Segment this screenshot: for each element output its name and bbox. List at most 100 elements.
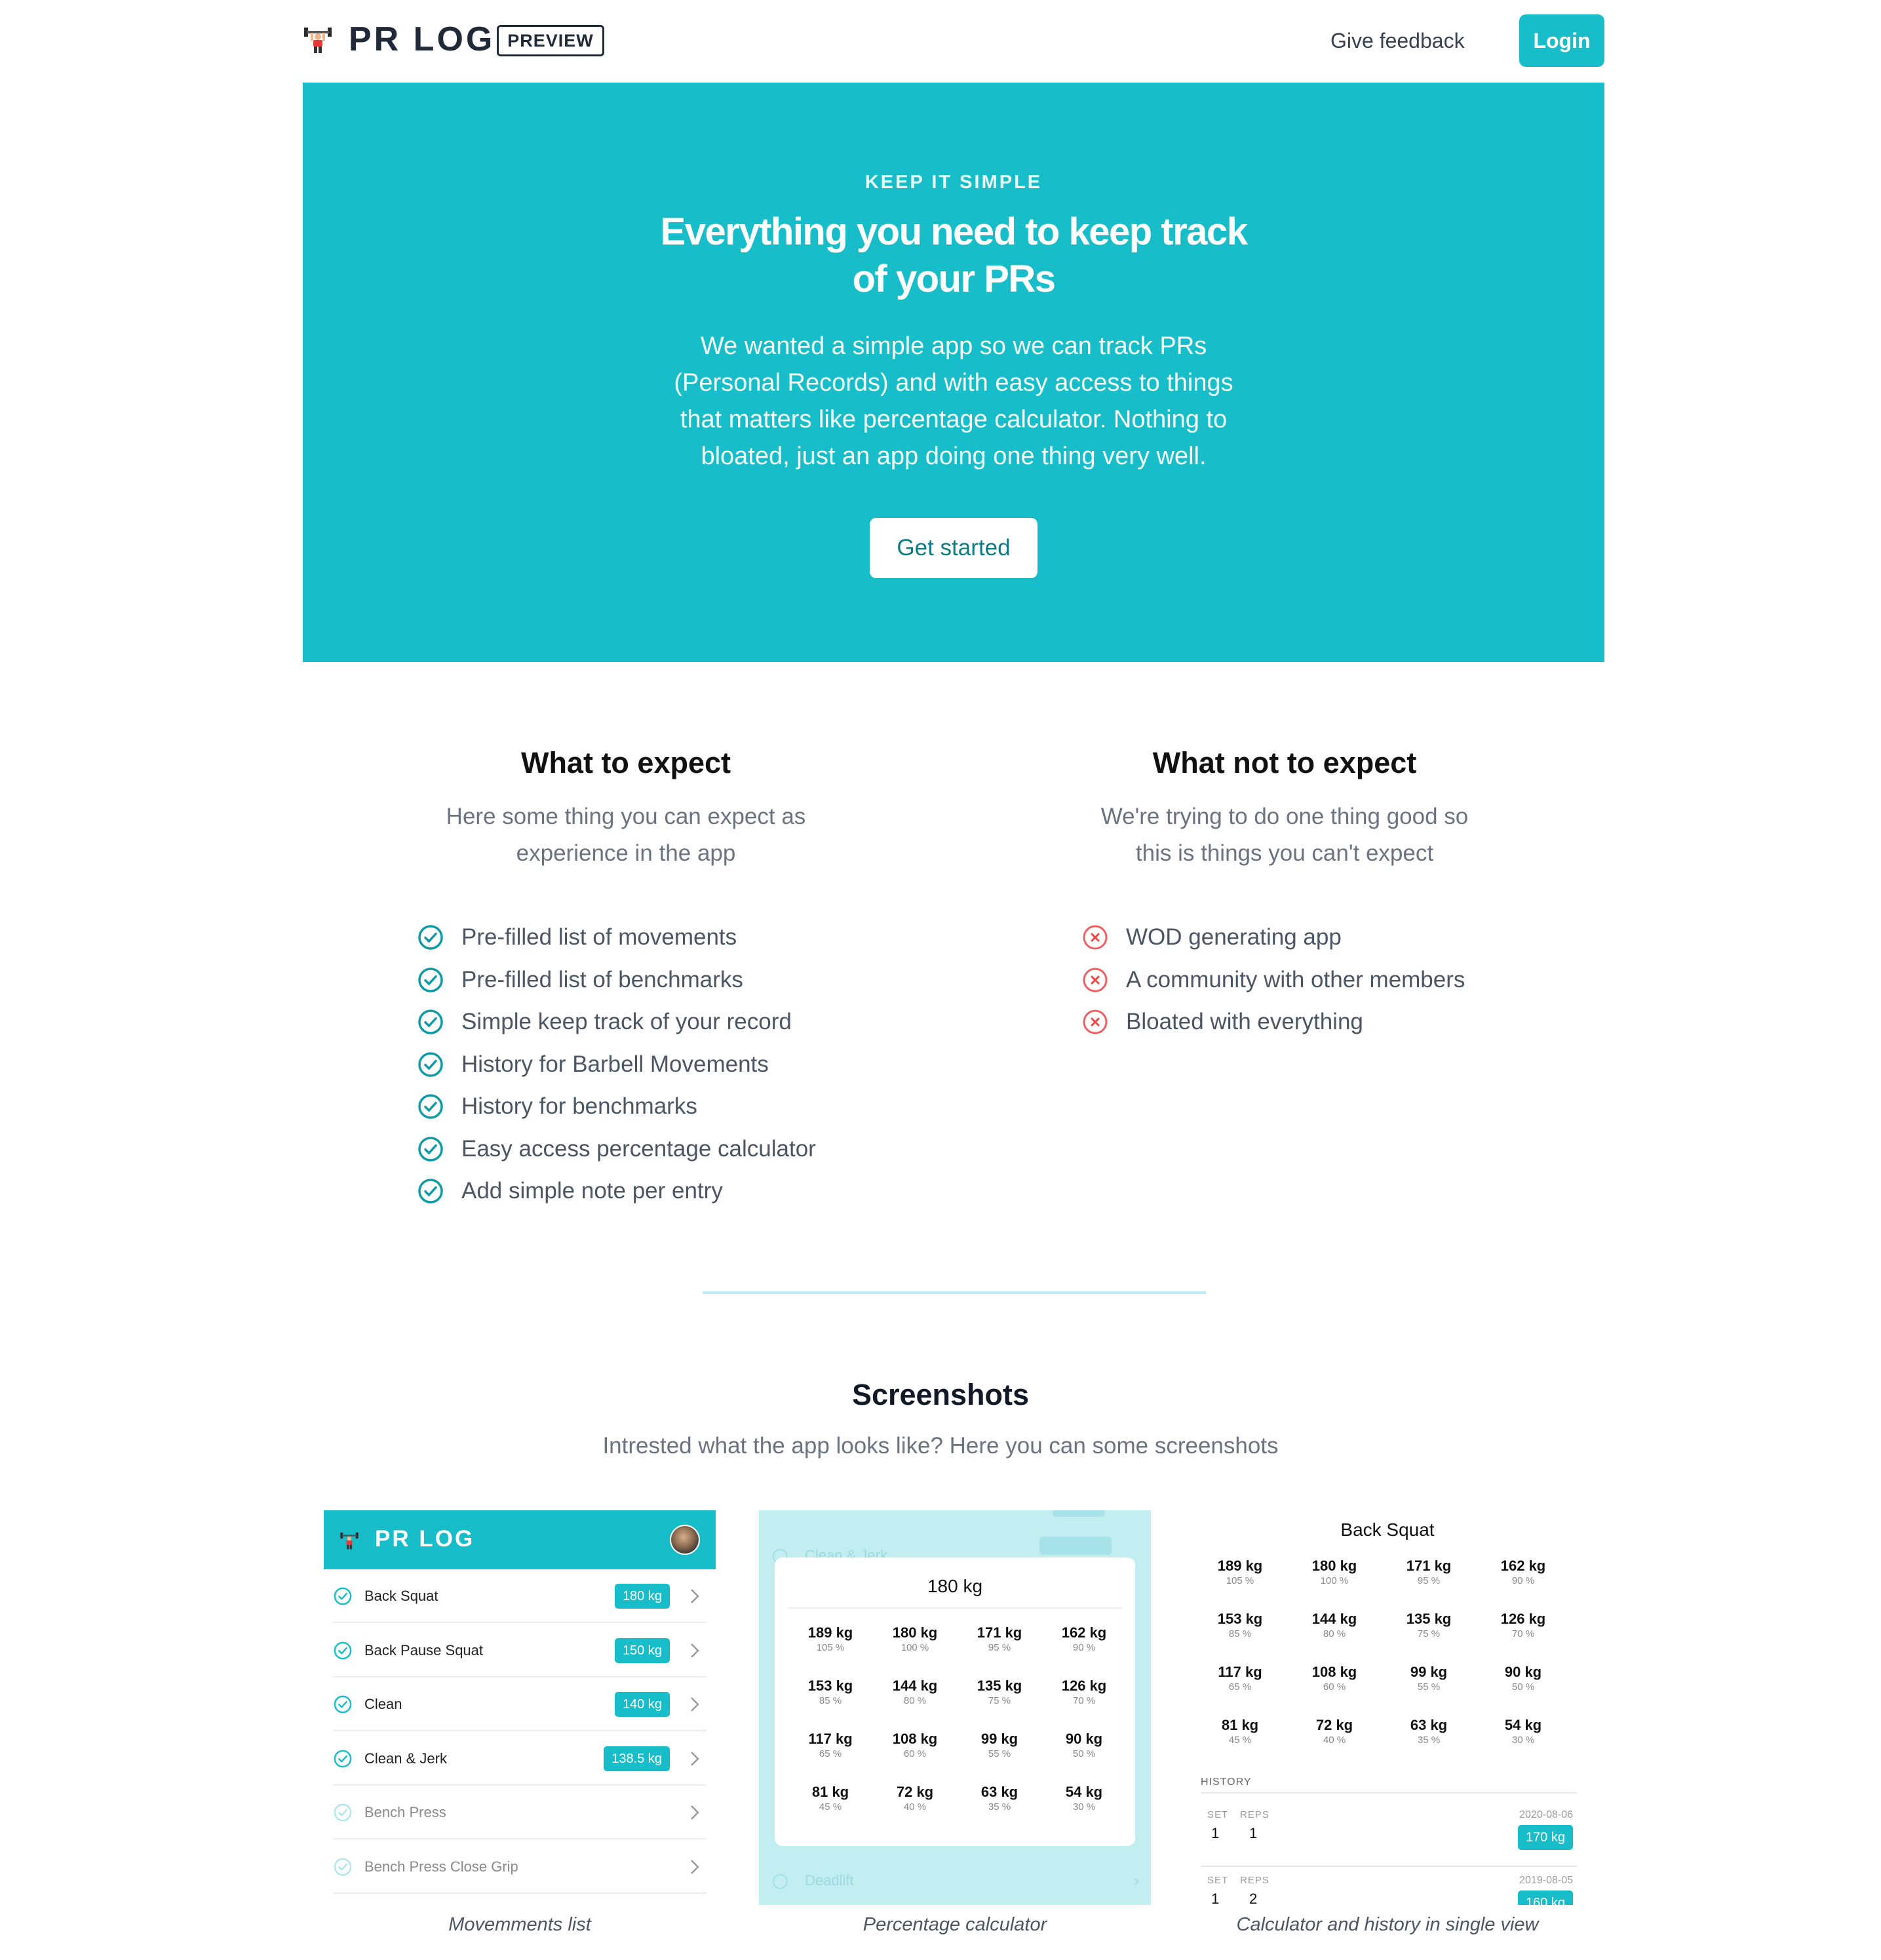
movement-row[interactable]: Clean 140 kg [333, 1677, 707, 1731]
percentage-cell: 162 kg 90 % [1484, 1558, 1562, 1588]
weight-value: 81 kg [1221, 1717, 1259, 1733]
percentage-cell: 108 kg 60 % [1295, 1664, 1374, 1694]
expect-item-label: Pre-filled list of movements [461, 924, 737, 950]
movement-name: Clean [364, 1696, 402, 1712]
caption-single-view: Calculator and history in single view [1236, 1914, 1539, 1935]
get-started-button[interactable]: Get started [870, 518, 1037, 578]
app-logo-text: PR LOG [375, 1526, 475, 1552]
movement-row[interactable]: Bench Press [333, 1786, 707, 1839]
percent-value: 100 % [901, 1642, 929, 1653]
weight-value: 153 kg [807, 1677, 853, 1694]
weight-value: 171 kg [1406, 1558, 1452, 1574]
expect-item-label: History for Barbell Movements [461, 1051, 769, 1077]
weight-value: 180 kg [1311, 1558, 1357, 1574]
weight-value: 135 kg [977, 1677, 1022, 1694]
chevron-right-icon [691, 1805, 699, 1820]
percentage-cell: 180 kg 100 % [876, 1624, 954, 1655]
x-circle-icon [1083, 1009, 1108, 1034]
caption-calculator: Percentage calculator [863, 1914, 1047, 1935]
weight-value: 99 kg [1410, 1664, 1448, 1680]
expect-item: Simple keep track of your record [417, 1006, 792, 1038]
check-circle-icon [418, 1009, 443, 1034]
background-row: ◯ Deadlift › [772, 1872, 1139, 1905]
weight-value: 162 kg [1061, 1624, 1107, 1641]
expect-item: Pre-filled list of benchmarks [417, 964, 743, 996]
percent-value: 100 % [1320, 1575, 1349, 1586]
divider [788, 1607, 1122, 1609]
check-circle-icon [418, 967, 443, 992]
percent-value: 80 % [1323, 1628, 1346, 1639]
check-circle-icon [334, 1750, 352, 1767]
not-expect-item: WOD generating app [1081, 921, 1342, 954]
not-expect-item: Bloated with everything [1081, 1006, 1363, 1038]
weight-value: 144 kg [892, 1677, 938, 1694]
pr-badge: 150 kg [614, 1637, 670, 1663]
weight-value: 126 kg [1500, 1611, 1546, 1627]
caption-movements: Movemments list [448, 1914, 591, 1935]
percent-value: 105 % [1226, 1575, 1254, 1586]
screenshot-percentage-calculator: ◯ Clean & Jerk 180 kg 189 kg 105 % 180 kg 1… [759, 1510, 1151, 1905]
percent-value: 90 % [1511, 1575, 1535, 1586]
logo-text[interactable]: PR LOG [349, 18, 495, 60]
weight-value: 108 kg [892, 1731, 938, 1747]
x-circle-icon [1083, 925, 1108, 950]
percent-value: 35 % [988, 1801, 1011, 1813]
weight-value: 126 kg [1061, 1677, 1107, 1694]
weight-value: 189 kg [1217, 1558, 1263, 1574]
percent-value: 75 % [988, 1695, 1011, 1706]
expect-subtitle: Here some thing you can expect as experi… [446, 804, 806, 866]
percentage-cell: 54 kg 30 % [1484, 1717, 1562, 1747]
history-row[interactable]: SET REPS 1 2 2019-08-05 160 kg [1201, 1875, 1577, 1905]
reps-value: 1 [1249, 1825, 1258, 1841]
movement-row[interactable]: Back Squat 180 kg [333, 1569, 707, 1623]
movement-name: Bench Press [364, 1804, 446, 1820]
percent-value: 95 % [988, 1642, 1011, 1653]
percent-value: 95 % [1417, 1575, 1441, 1586]
percent-value: 85 % [1228, 1628, 1252, 1639]
chevron-right-icon [691, 1643, 699, 1658]
login-button[interactable]: Login [1519, 14, 1604, 67]
preview-badge: PREVIEW [497, 25, 604, 56]
movement-row[interactable]: Clean & Jerk 138.5 kg [333, 1732, 707, 1786]
pr-badge: 138.5 kg [604, 1746, 670, 1771]
calculator-title: 180 kg [927, 1576, 983, 1596]
movement-name: Back Pause Squat [364, 1641, 484, 1658]
screenshots-title: Screenshots [851, 1378, 1030, 1411]
chevron-right-icon [691, 1697, 699, 1712]
percent-value: 30 % [1072, 1801, 1096, 1813]
x-circle-icon [1083, 968, 1108, 992]
weight-value: 90 kg [1504, 1664, 1542, 1680]
percent-value: 50 % [1072, 1748, 1096, 1759]
percentage-cell: 72 kg 40 % [876, 1784, 954, 1814]
top-nav: PR LOG PREVIEW Give feedback Login [303, 0, 1604, 83]
weight-value: 63 kg [980, 1784, 1018, 1800]
percentage-cell: 171 kg 95 % [1389, 1558, 1468, 1588]
history-date: 2020-08-06 [1519, 1809, 1573, 1820]
weight-value: 72 kg [1315, 1717, 1353, 1733]
weight-value: 108 kg [1311, 1664, 1357, 1680]
percent-value: 80 % [903, 1695, 927, 1706]
app-header: PR LOG [324, 1510, 716, 1569]
weight-value: 63 kg [1410, 1717, 1448, 1733]
divider [1201, 1792, 1577, 1793]
percent-value: 40 % [1323, 1735, 1346, 1746]
reps-label: REPS [1240, 1875, 1270, 1886]
expect-item-label: Add simple note per entry [461, 1178, 723, 1204]
percent-value: 85 % [819, 1695, 842, 1706]
history-row[interactable]: SET REPS 1 1 2020-08-06 170 kg [1201, 1809, 1577, 1875]
expect-item: Pre-filled list of movements [417, 921, 737, 954]
weight-value: 54 kg [1504, 1717, 1542, 1733]
expect-item-label: History for benchmarks [461, 1093, 697, 1119]
weight-value: 135 kg [1406, 1611, 1452, 1627]
percent-value: 55 % [988, 1748, 1011, 1759]
weightlifter-icon[interactable] [303, 24, 333, 54]
expect-item-label: Simple keep track of your record [461, 1009, 792, 1034]
check-circle-icon [418, 1051, 443, 1077]
percentage-cell: 189 kg 105 % [791, 1624, 870, 1655]
movement-row[interactable]: Bench Press Close Grip [333, 1840, 707, 1894]
percentage-cell: 153 kg 85 % [1201, 1611, 1279, 1641]
movement-row[interactable]: Back Pause Squat 150 kg [333, 1624, 707, 1677]
screenshot-movements-list: PR LOG Back Squat 180 kg Back Pause Squat 1… [324, 1510, 716, 1905]
check-circle-icon [418, 925, 443, 950]
give-feedback-link[interactable]: Give feedback [1330, 26, 1465, 55]
